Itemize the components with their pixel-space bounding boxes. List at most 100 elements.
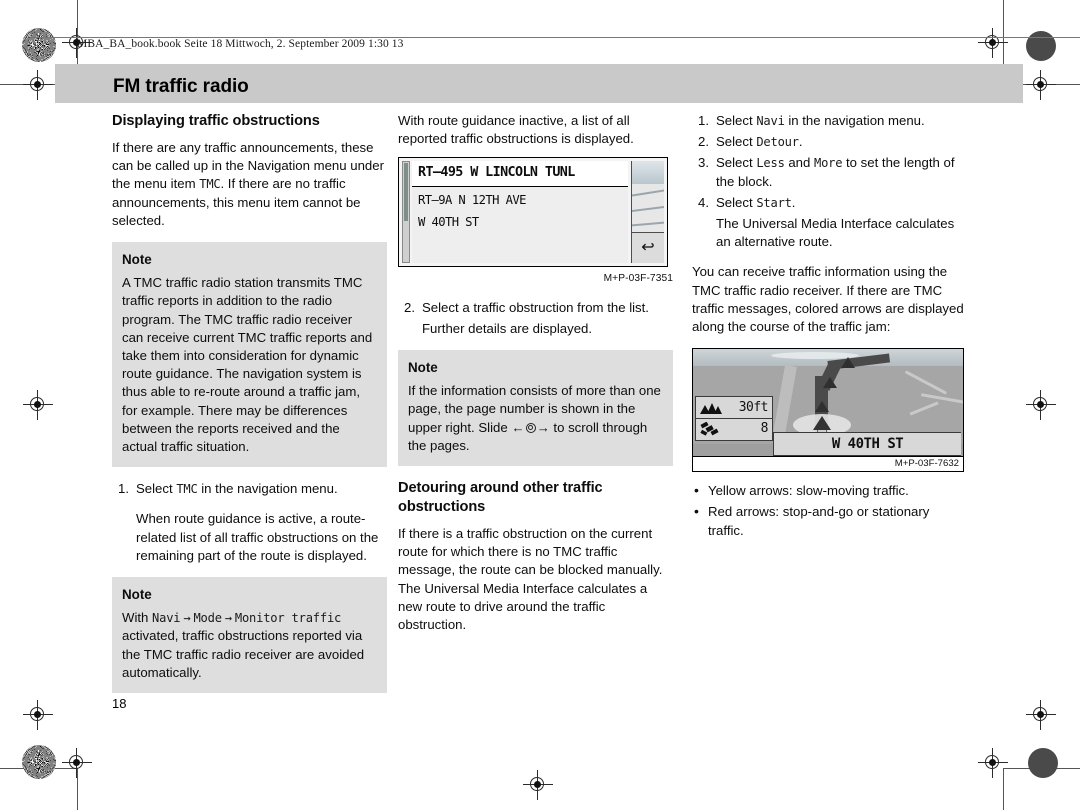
note-box-tmc-station: Note A TMC traffic radio station transmi… (112, 242, 387, 468)
legend-text: Red arrows: stop-and-go or stationary tr… (708, 504, 930, 538)
menu-item-mode: Mode (193, 611, 222, 626)
menu-item-tmc: TMC (199, 177, 221, 192)
map-preview-panel: ↩ (631, 161, 664, 264)
traffic-jam-arrow-icon (841, 357, 855, 369)
controller-ring-icon (525, 422, 536, 433)
slide-right-arrow-icon: → (536, 419, 550, 435)
figure-traffic-obstruction-list: RT–495 W LINCOLN TUNL RT–9A N 12TH AVE W… (398, 157, 673, 288)
arrow-separator-icon: → (224, 611, 232, 626)
back-arrow-icon: ↩ (641, 239, 655, 257)
step-item: 2. Select Detour. (692, 133, 967, 151)
halftone-density-patch-bottom-left (22, 745, 56, 779)
step-text-after: in the navigation menu. (197, 481, 338, 497)
step-text-after: . (798, 134, 803, 150)
registration-mark-top-right (978, 28, 1008, 58)
step-number: 2. (698, 134, 709, 150)
detouring-paragraph: If there is a traffic obstruction on the… (398, 526, 663, 633)
menu-item-tmc: TMC (176, 482, 198, 497)
section-heading-detouring: Detouring around other traffic obstructi… (398, 480, 603, 516)
back-button[interactable]: ↩ (632, 231, 664, 264)
page-title: FM traffic radio (113, 76, 249, 97)
scrollbar[interactable] (402, 161, 410, 264)
menu-item-detour: Detour (756, 135, 799, 150)
list-item: • Red arrows: stop-and-go or stationary t… (692, 503, 967, 539)
sky-band (632, 161, 664, 184)
note-body: With Navi → Mode → Monitor traffic activated… (122, 609, 377, 682)
navigation-screen-map: 30ft 8 W 40TH ST M+P-03F-7632 (692, 348, 964, 473)
step-item: 1. Select TMC in the navigation menu. (112, 480, 387, 498)
navigation-screen-list: RT–495 W LINCOLN TUNL RT–9A N 12TH AVE W… (398, 157, 668, 268)
elevation-value: 30ft (738, 399, 769, 415)
step-text-before: Select (716, 134, 757, 150)
note-box-monitor-traffic: Note With Navi → Mode → Monitor traffic acti… (112, 577, 387, 694)
list-header-row[interactable]: RT–495 W LINCOLN TUNL (412, 161, 628, 187)
menu-item-start: Start (756, 195, 792, 210)
elevation-row: 30ft (696, 397, 772, 418)
step-number: 2. (404, 299, 415, 315)
trim-mark-horizontal-bottom-left (0, 768, 78, 769)
vehicle-position-icon (813, 416, 831, 431)
step-list-mid: 2. Select a traffic obstruction from the … (398, 299, 673, 317)
solid-density-patch-top-right (1026, 31, 1056, 61)
map-line (632, 205, 664, 213)
arrow-separator-icon: → (183, 611, 191, 626)
trim-mark-vertical-bottom-left (77, 768, 78, 810)
menu-item-more: More (814, 156, 843, 171)
step-item: 4. Select Start. (692, 194, 967, 212)
current-street-label: W 40TH ST (773, 432, 961, 457)
step-text-after: in the navigation menu. (784, 113, 925, 128)
note-body-after: activated, traffic obstructions reported… (122, 628, 365, 680)
figure-traffic-jam-map: 30ft 8 W 40TH ST M+P-03F-7632 (692, 348, 967, 473)
right-column: 1. Select Navi in the navigation menu. 2.… (692, 112, 967, 552)
figure-caption-strip: M+P-03F-7632 (693, 456, 963, 472)
step-number: 1. (118, 481, 129, 497)
step-text-before: Select (136, 481, 177, 497)
list-item[interactable]: W 40TH ST (412, 208, 628, 232)
trim-mark-horizontal-bottom-right (1003, 768, 1080, 769)
registration-mark-bottom-center (523, 770, 553, 800)
note-title: Note (408, 360, 438, 376)
menu-item-less: Less (756, 156, 785, 171)
step-text-mid: and (784, 155, 814, 171)
step-text-before: Select (716, 113, 757, 128)
step-list-right: 1. Select Navi in the navigation menu. 2.… (692, 112, 967, 212)
step-text: Select a traffic obstruction from the li… (422, 299, 649, 315)
figure-caption: M+P-03F-7632 (894, 458, 959, 470)
satellite-icon (700, 422, 719, 436)
note-box-page-number: Note If the information consists of more… (398, 350, 673, 467)
map-line (632, 188, 664, 197)
solid-density-patch-bottom-right (1028, 748, 1058, 778)
arrow-color-legend: • Yellow arrows: slow-moving traffic. • Re… (692, 482, 967, 540)
registration-mark-mid-left (23, 70, 53, 100)
satellite-row: 8 (696, 418, 772, 439)
map-status-box: 30ft 8 (695, 396, 773, 442)
middle-column: With route guidance inactive, a list of … (398, 112, 673, 646)
menu-item-monitor-traffic: Monitor traffic (234, 611, 342, 626)
menu-item-navi: Navi (756, 114, 785, 128)
section-heading-displaying: Displaying traffic obstructions (112, 113, 320, 129)
step-number: 4. (698, 194, 709, 210)
note-with-label: With (122, 610, 153, 626)
step-item: 2. Select a traffic obstruction from the … (398, 299, 673, 317)
step-number: 1. (698, 113, 709, 128)
page-number: 18 (112, 696, 127, 711)
bullet-icon: • (694, 503, 699, 520)
step-item: 3. Select Less and More to set the length… (692, 154, 967, 190)
list-item: • Yellow arrows: slow-moving traffic. (692, 482, 967, 500)
map-line (632, 220, 664, 226)
list-item[interactable]: RT–9A N 12TH AVE (412, 186, 628, 209)
step-number: 3. (698, 155, 709, 171)
trim-mark-vertical-bottom-right (1003, 768, 1004, 810)
step-text-before: Select (716, 155, 757, 171)
scrollbar-thumb[interactable] (404, 163, 408, 222)
step2-explanation: Further details are displayed. (422, 320, 593, 336)
left-column: Displaying traffic obstructions If there… (112, 112, 387, 706)
traffic-jam-arrow-icon (815, 401, 829, 413)
legend-text: Yellow arrows: slow-moving traffic. (708, 483, 909, 499)
folio-line: MBA_BA_book.book Seite 18 Mittwoch, 2. S… (77, 38, 404, 50)
menu-item-navi: Navi (152, 611, 181, 626)
intro-paragraph-mid: With route guidance inactive, a list of … (398, 113, 634, 147)
traffic-jam-arrow-icon (823, 377, 837, 389)
step4-explanation: The Universal Media Interface calculates… (716, 216, 955, 250)
registration-mark-center-right (1026, 390, 1056, 420)
